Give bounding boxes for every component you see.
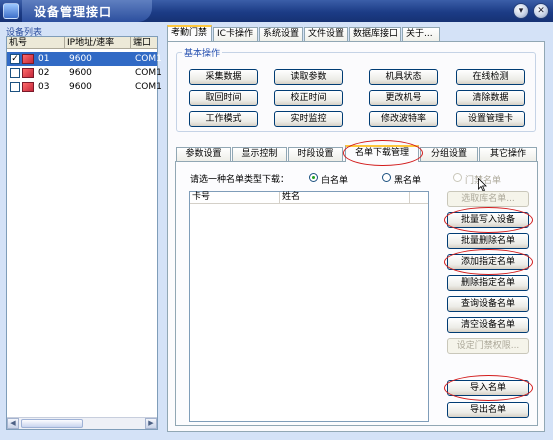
device-list[interactable]: 机号 IP地址/速率 端口 ✓ 01 9600 COM1 02 9600 COM… [6,36,162,430]
name-list-header: 卡号 姓名 [190,192,428,204]
device-row[interactable]: ✓ 01 9600 COM1 [7,52,162,66]
device-port: COM1 [135,54,162,64]
device-icon [22,68,34,78]
device-icon [22,82,34,92]
radio-blacklist[interactable] [382,173,391,182]
subtab-other-ops[interactable]: 其它操作 [479,147,537,161]
subtab-name-download[interactable]: 名单下载管理 [345,145,419,162]
tab-file-settings[interactable]: 文件设置 [304,27,348,41]
collect-data-button[interactable]: 采集数据 [189,69,258,85]
subtab-display-control[interactable]: 显示控制 [232,147,287,161]
tab-ic-card[interactable]: IC卡操作 [213,27,258,41]
device-rate: 9600 [69,82,92,92]
batch-delete-button[interactable]: 批量删除名单 [447,233,529,249]
device-row[interactable]: 03 9600 COM1 [7,80,162,94]
radio-whitelist-label[interactable]: 白名单 [321,173,348,186]
device-management-window: 设备管理接口 ▾ ✕ 设备列表 机号 IP地址/速率 端口 ✓ 01 9600 … [0,0,553,440]
tab-attendance-access[interactable]: 考勤门禁 [167,25,212,41]
title-bar[interactable]: 设备管理接口 ▾ ✕ [0,0,553,22]
tab-database-interface[interactable]: 数据库接口 [349,27,401,41]
subtab-group-settings[interactable]: 分组设置 [420,147,478,161]
subtab-timeslot-settings[interactable]: 时段设置 [288,147,343,161]
subtab-param-settings[interactable]: 参数设置 [176,147,231,161]
device-checkbox[interactable]: ✓ [10,54,20,64]
add-specified-button[interactable]: 添加指定名单 [447,254,529,270]
device-list-hscrollbar[interactable]: ◀ ▶ [7,417,157,429]
batch-write-button[interactable]: 批量写入设备 [447,212,529,228]
col-header-filler [410,192,428,204]
device-status-button[interactable]: 机具状态 [369,69,438,85]
close-button[interactable]: ✕ [533,3,549,19]
col-header-name[interactable]: 姓名 [280,192,410,204]
set-admin-card-button[interactable]: 设置管理卡 [456,111,525,127]
mouse-cursor-icon [478,178,487,192]
device-id: 03 [38,82,50,92]
device-row[interactable]: 02 9600 COM1 [7,66,162,80]
col-header-ip[interactable]: IP地址/速率 [65,37,131,49]
app-icon[interactable] [3,3,19,19]
device-id: 01 [38,54,50,64]
get-time-button[interactable]: 取回时间 [189,90,258,106]
work-mode-button[interactable]: 工作模式 [189,111,258,127]
tab-system-settings[interactable]: 系统设置 [259,27,303,41]
pick-db-list-button[interactable]: 选取库名单... [447,191,529,207]
device-rate: 9600 [69,54,92,64]
scroll-right-button[interactable]: ▶ [145,418,157,429]
device-checkbox[interactable] [10,82,20,92]
device-id: 02 [38,68,50,78]
device-checkbox[interactable] [10,68,20,78]
live-monitor-button[interactable]: 实时监控 [274,111,343,127]
set-access-rights-button[interactable]: 设定门禁权限... [447,338,529,354]
tab-about[interactable]: 关于... [402,27,440,41]
device-icon [22,54,34,64]
online-check-button[interactable]: 在线检测 [456,69,525,85]
radio-access-list[interactable] [453,173,462,182]
minimize-button[interactable]: ▾ [513,3,529,19]
col-header-port[interactable]: 端口 [131,37,157,49]
device-list-header: 机号 IP地址/速率 端口 [7,37,157,49]
col-header-card-no[interactable]: 卡号 [190,192,280,204]
import-list-button[interactable]: 导入名单 [447,380,529,396]
device-port: COM1 [135,82,162,92]
device-rate: 9600 [69,68,92,78]
list-type-prompt: 请选一种名单类型下载： [190,175,290,185]
device-port: COM1 [135,68,162,78]
scroll-thumb[interactable] [21,419,83,428]
scroll-left-button[interactable]: ◀ [7,418,19,429]
sync-time-button[interactable]: 校正时间 [274,90,343,106]
change-baud-button[interactable]: 修改波特率 [369,111,438,127]
window-title: 设备管理接口 [34,5,113,19]
radio-whitelist[interactable] [309,173,318,182]
clear-device-list-button[interactable]: 清空设备名单 [447,317,529,333]
clear-data-button[interactable]: 清除数据 [456,90,525,106]
delete-specified-button[interactable]: 删除指定名单 [447,275,529,291]
change-device-no-button[interactable]: 更改机号 [369,90,438,106]
col-header-id[interactable]: 机号 [7,37,65,49]
radio-blacklist-label[interactable]: 黑名单 [394,173,421,186]
export-list-button[interactable]: 导出名单 [447,402,529,418]
read-params-button[interactable]: 读取参数 [274,69,343,85]
basic-ops-legend: 基本操作 [182,46,223,59]
name-list-grid[interactable]: 卡号 姓名 [189,191,429,422]
query-device-list-button[interactable]: 查询设备名单 [447,296,529,312]
